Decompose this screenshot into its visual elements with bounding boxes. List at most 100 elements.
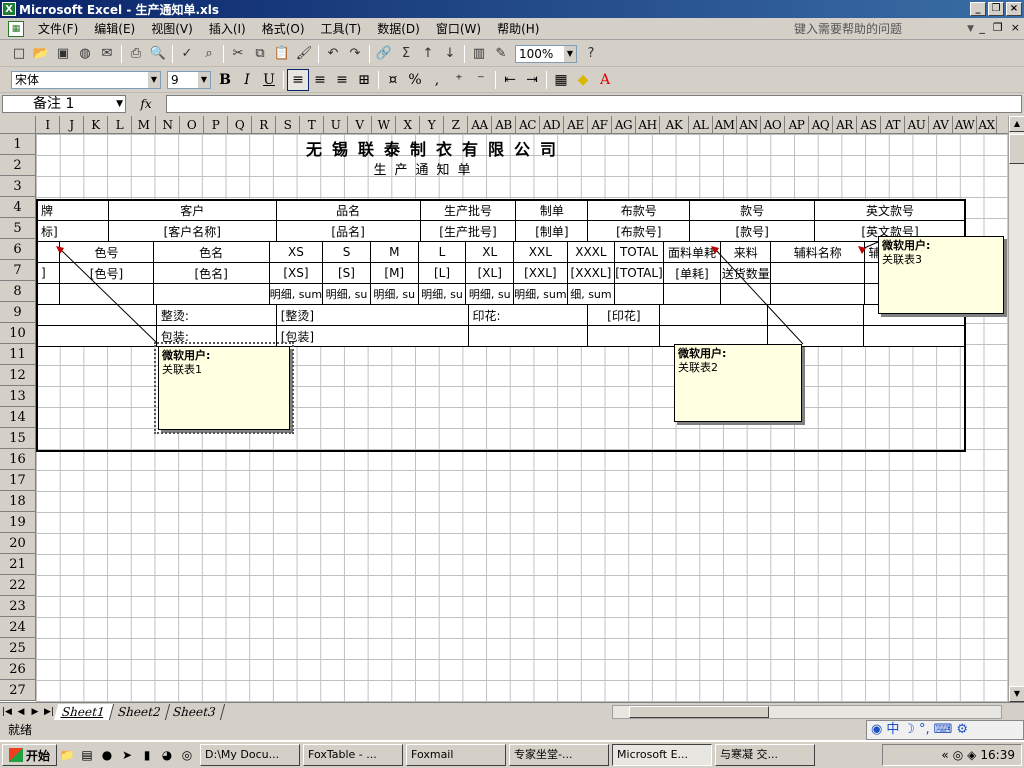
cell[interactable]: 款号 bbox=[689, 199, 816, 221]
row-header[interactable]: 2 bbox=[0, 155, 35, 176]
decrease-decimal-icon[interactable]: ⁻ bbox=[470, 69, 492, 91]
cell[interactable] bbox=[36, 325, 157, 347]
cell[interactable] bbox=[152, 283, 270, 305]
network-icon[interactable]: ◎ bbox=[953, 748, 963, 762]
format-painter-icon[interactable]: 🖌 bbox=[293, 43, 315, 65]
cut-icon[interactable]: ✂ bbox=[227, 43, 249, 65]
vertical-scroll-thumb[interactable] bbox=[1009, 134, 1024, 164]
tab-sheet3[interactable]: Sheet3 bbox=[165, 703, 225, 720]
send-icon[interactable]: ➤ bbox=[117, 745, 137, 765]
column-header[interactable]: V bbox=[348, 116, 372, 134]
row-header[interactable]: 20 bbox=[0, 533, 35, 554]
column-header[interactable]: P bbox=[204, 116, 228, 134]
column-header[interactable]: AH bbox=[636, 116, 660, 134]
cell[interactable]: 面料单耗 bbox=[662, 241, 722, 263]
merge-center-icon[interactable]: ⊞ bbox=[353, 69, 375, 91]
undo-icon[interactable]: ↶ bbox=[322, 43, 344, 65]
cell[interactable] bbox=[720, 283, 772, 305]
font-color-icon[interactable]: A bbox=[594, 69, 616, 91]
menu-edit[interactable]: 编辑(E) bbox=[86, 19, 143, 39]
row-header[interactable]: 22 bbox=[0, 575, 35, 596]
first-sheet-icon[interactable]: |◀ bbox=[0, 707, 14, 717]
cell[interactable]: [XL] bbox=[465, 262, 515, 284]
tray-expand-icon[interactable]: « bbox=[941, 748, 948, 762]
row-header[interactable]: 19 bbox=[0, 512, 35, 533]
copy-icon[interactable]: ⧉ bbox=[249, 43, 271, 65]
zoom-select[interactable]: 100% ▼ bbox=[515, 44, 577, 63]
column-header[interactable]: AO bbox=[761, 116, 785, 134]
cell[interactable] bbox=[35, 283, 61, 305]
cell[interactable]: ] bbox=[35, 262, 61, 284]
cell[interactable]: 牌 bbox=[36, 199, 109, 221]
horizontal-scrollbar[interactable] bbox=[612, 705, 1002, 719]
column-header[interactable]: AB bbox=[492, 116, 516, 134]
sort-descending-icon[interactable]: ↓ bbox=[439, 43, 461, 65]
underline-button[interactable]: U bbox=[258, 69, 280, 91]
autosum-icon[interactable]: Σ bbox=[395, 43, 417, 65]
tab-sheet2[interactable]: Sheet2 bbox=[109, 703, 170, 720]
start-button[interactable]: 开始 bbox=[2, 744, 58, 766]
cell[interactable] bbox=[662, 283, 722, 305]
new-icon[interactable]: □ bbox=[8, 43, 30, 65]
prev-sheet-icon[interactable]: ◀ bbox=[14, 707, 28, 717]
cell[interactable]: 生产批号 bbox=[419, 199, 517, 221]
column-header[interactable]: AK bbox=[660, 116, 689, 134]
cell[interactable]: [L] bbox=[417, 262, 467, 284]
help-icon[interactable]: ? bbox=[580, 43, 602, 65]
browser-icon[interactable]: ◎ bbox=[177, 745, 197, 765]
column-header[interactable]: W bbox=[372, 116, 396, 134]
antivirus-icon[interactable]: ◈ bbox=[967, 748, 976, 762]
horizontal-scroll-thumb[interactable] bbox=[629, 706, 769, 718]
fill-color-icon[interactable]: ◆ bbox=[572, 69, 594, 91]
row-header[interactable]: 24 bbox=[0, 617, 35, 638]
cell[interactable]: 客户 bbox=[107, 199, 277, 221]
row-header[interactable]: 27 bbox=[0, 680, 35, 701]
cell[interactable]: TOTAL bbox=[614, 241, 664, 263]
cell[interactable]: [XXXL] bbox=[566, 262, 616, 284]
cell[interactable]: 明细, su bbox=[417, 283, 467, 305]
increase-indent-icon[interactable]: ⇥ bbox=[521, 69, 543, 91]
select-all-corner[interactable] bbox=[0, 116, 36, 134]
spelling-icon[interactable]: ✓ bbox=[176, 43, 198, 65]
doc-minimize-button[interactable]: _ bbox=[979, 21, 985, 34]
font-size-dropdown-icon[interactable]: ▼ bbox=[198, 71, 210, 88]
print-preview-icon[interactable]: 🔍 bbox=[147, 43, 169, 65]
cell[interactable]: [制单] bbox=[515, 220, 589, 242]
cell[interactable]: 标] bbox=[36, 220, 109, 242]
redo-icon[interactable]: ↷ bbox=[344, 43, 366, 65]
row-header[interactable]: 6 bbox=[0, 239, 35, 260]
column-header[interactable]: AF bbox=[588, 116, 612, 134]
decrease-indent-icon[interactable]: ⇤ bbox=[499, 69, 521, 91]
cell[interactable]: 明细, sum bbox=[513, 283, 568, 305]
row-header[interactable]: 7 bbox=[0, 260, 35, 281]
menu-data[interactable]: 数据(D) bbox=[369, 19, 428, 39]
scroll-down-icon[interactable]: ▼ bbox=[1009, 686, 1024, 702]
menu-file[interactable]: 文件(F) bbox=[30, 19, 86, 39]
formula-input[interactable] bbox=[166, 95, 1022, 113]
cell[interactable] bbox=[767, 304, 865, 326]
chart-wizard-icon[interactable]: ▥ bbox=[468, 43, 490, 65]
folder-icon[interactable]: 📁 bbox=[57, 745, 77, 765]
row-header[interactable]: 5 bbox=[0, 218, 35, 239]
ime-punct-icon[interactable]: °, bbox=[919, 720, 930, 740]
column-header[interactable]: AQ bbox=[809, 116, 833, 134]
menu-tools[interactable]: 工具(T) bbox=[313, 19, 370, 39]
menu-window[interactable]: 窗口(W) bbox=[428, 19, 489, 39]
column-header[interactable]: J bbox=[60, 116, 84, 134]
open-icon[interactable]: 📂 bbox=[30, 43, 52, 65]
ime-settings-icon[interactable]: ⚙ bbox=[956, 720, 968, 740]
help-question-box[interactable]: 键入需要帮助的问题 ▼ bbox=[794, 20, 974, 38]
row-header[interactable]: 4 bbox=[0, 197, 35, 218]
cell[interactable]: M bbox=[369, 241, 419, 263]
cell[interactable] bbox=[36, 304, 157, 326]
column-header[interactable]: Y bbox=[420, 116, 444, 134]
cell[interactable] bbox=[770, 283, 866, 305]
menu-insert[interactable]: 插入(I) bbox=[201, 19, 254, 39]
cell[interactable]: [XXL] bbox=[513, 262, 568, 284]
column-header[interactable]: AW bbox=[953, 116, 977, 134]
font-name-select[interactable]: 宋体 ▼ bbox=[11, 70, 161, 89]
column-header[interactable]: T bbox=[300, 116, 324, 134]
help-dropdown-icon[interactable]: ▼ bbox=[967, 20, 974, 38]
packing-label[interactable]: 包装: bbox=[155, 325, 277, 347]
cell[interactable]: 来料 bbox=[720, 241, 772, 263]
